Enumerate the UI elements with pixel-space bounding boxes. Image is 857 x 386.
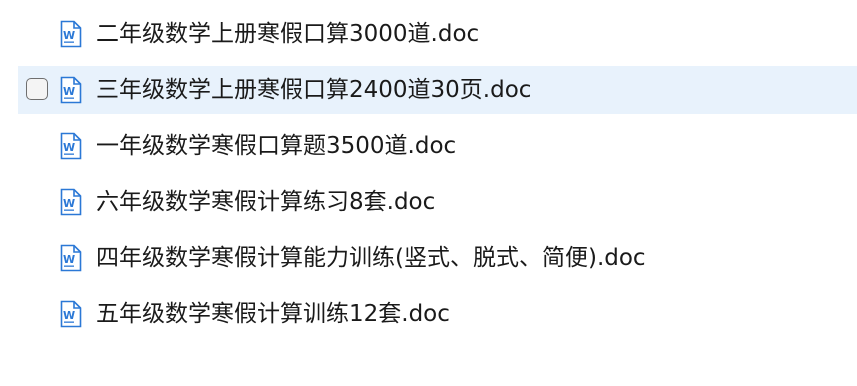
file-row[interactable]: W 六年级数学寒假计算练习8套.doc	[0, 178, 857, 226]
file-row[interactable]: W 一年级数学寒假口算题3500道.doc	[0, 122, 857, 170]
file-name[interactable]: 一年级数学寒假口算题3500道.doc	[96, 132, 456, 160]
svg-text:W: W	[63, 309, 75, 322]
file-name[interactable]: 二年级数学上册寒假口算3000道.doc	[96, 20, 479, 48]
file-row-hovered[interactable]: W 三年级数学上册寒假口算2400道30页.doc	[0, 66, 857, 114]
select-checkbox[interactable]	[26, 78, 48, 100]
file-name[interactable]: 五年级数学寒假计算训练12套.doc	[96, 300, 450, 328]
word-document-icon: W	[60, 132, 82, 160]
file-name[interactable]: 六年级数学寒假计算练习8套.doc	[96, 188, 435, 216]
svg-text:W: W	[63, 141, 75, 154]
word-document-icon: W	[60, 76, 82, 104]
file-row[interactable]: W 五年级数学寒假计算训练12套.doc	[0, 290, 857, 338]
file-name[interactable]: 四年级数学寒假计算能力训练(竖式、脱式、简便).doc	[96, 244, 646, 272]
svg-text:W: W	[63, 253, 75, 266]
file-name[interactable]: 三年级数学上册寒假口算2400道30页.doc	[96, 76, 531, 104]
word-document-icon: W	[60, 244, 82, 272]
svg-text:W: W	[63, 197, 75, 210]
svg-text:W: W	[63, 29, 75, 42]
word-document-icon: W	[60, 188, 82, 216]
file-row[interactable]: W 二年级数学上册寒假口算3000道.doc	[0, 10, 857, 58]
word-document-icon: W	[60, 300, 82, 328]
file-list: W 二年级数学上册寒假口算3000道.doc W 三年级数学上册寒假口算2400…	[0, 10, 857, 346]
svg-text:W: W	[63, 85, 75, 98]
file-row[interactable]: W 四年级数学寒假计算能力训练(竖式、脱式、简便).doc	[0, 234, 857, 282]
word-document-icon: W	[60, 20, 82, 48]
